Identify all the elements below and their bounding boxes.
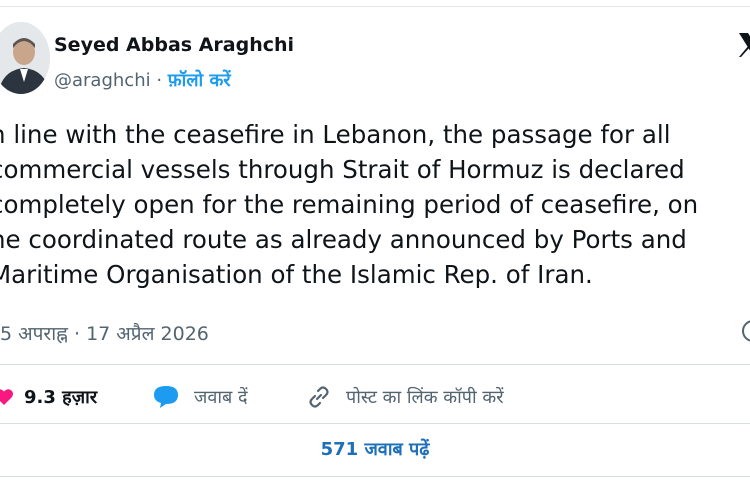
read-replies-button[interactable]: 571 जवाब पढ़ें [0,437,750,461]
x-logo-icon[interactable] [736,30,750,60]
link-icon [309,386,329,408]
heart-icon [0,389,13,405]
like-count: 9.3 हज़ार [24,387,98,408]
like-button[interactable]: 9.3 हज़ार [0,382,97,412]
tweet-line: completely open for the remaining period… [0,190,699,219]
author-name[interactable]: Seyed Abbas Araghchi [54,34,294,56]
info-icon[interactable] [742,320,750,342]
follow-button[interactable]: फ़ॉलो करें [168,70,231,91]
divider [0,476,750,477]
tweet-text: n line with the ceasefire in Lebanon, th… [0,117,750,292]
handle-separator: · [150,70,168,91]
copy-link-label: पोस्ट का लिंक कॉपी करें [346,387,504,408]
tweet-line: he coordinated route as already announce… [0,225,687,254]
author-handle[interactable]: @araghchi [54,70,151,91]
reply-button[interactable]: जवाब दें [152,382,248,412]
tweet-timestamp[interactable]: 5 अपराह्न · 17 अप्रैल 2026 [0,320,209,346]
tweet-line: commercial vessels through Strait of Hor… [0,155,685,184]
reply-label: जवाब दें [194,387,248,408]
tweet-line: Maritime Organisation of the Islamic Rep… [0,260,593,289]
avatar[interactable] [0,22,50,94]
speech-bubble-icon [154,386,178,408]
divider [0,364,750,365]
tweet-line: n line with the ceasefire in Lebanon, th… [0,120,671,149]
tweet-card: Seyed Abbas Araghchi @araghchi · फ़ॉलो क… [0,0,750,500]
author-handle-line: @araghchi · फ़ॉलो करें [54,68,231,92]
divider [0,423,750,424]
copy-link-button[interactable]: पोस्ट का लिंक कॉपी करें [306,382,504,412]
top-divider [0,6,750,7]
